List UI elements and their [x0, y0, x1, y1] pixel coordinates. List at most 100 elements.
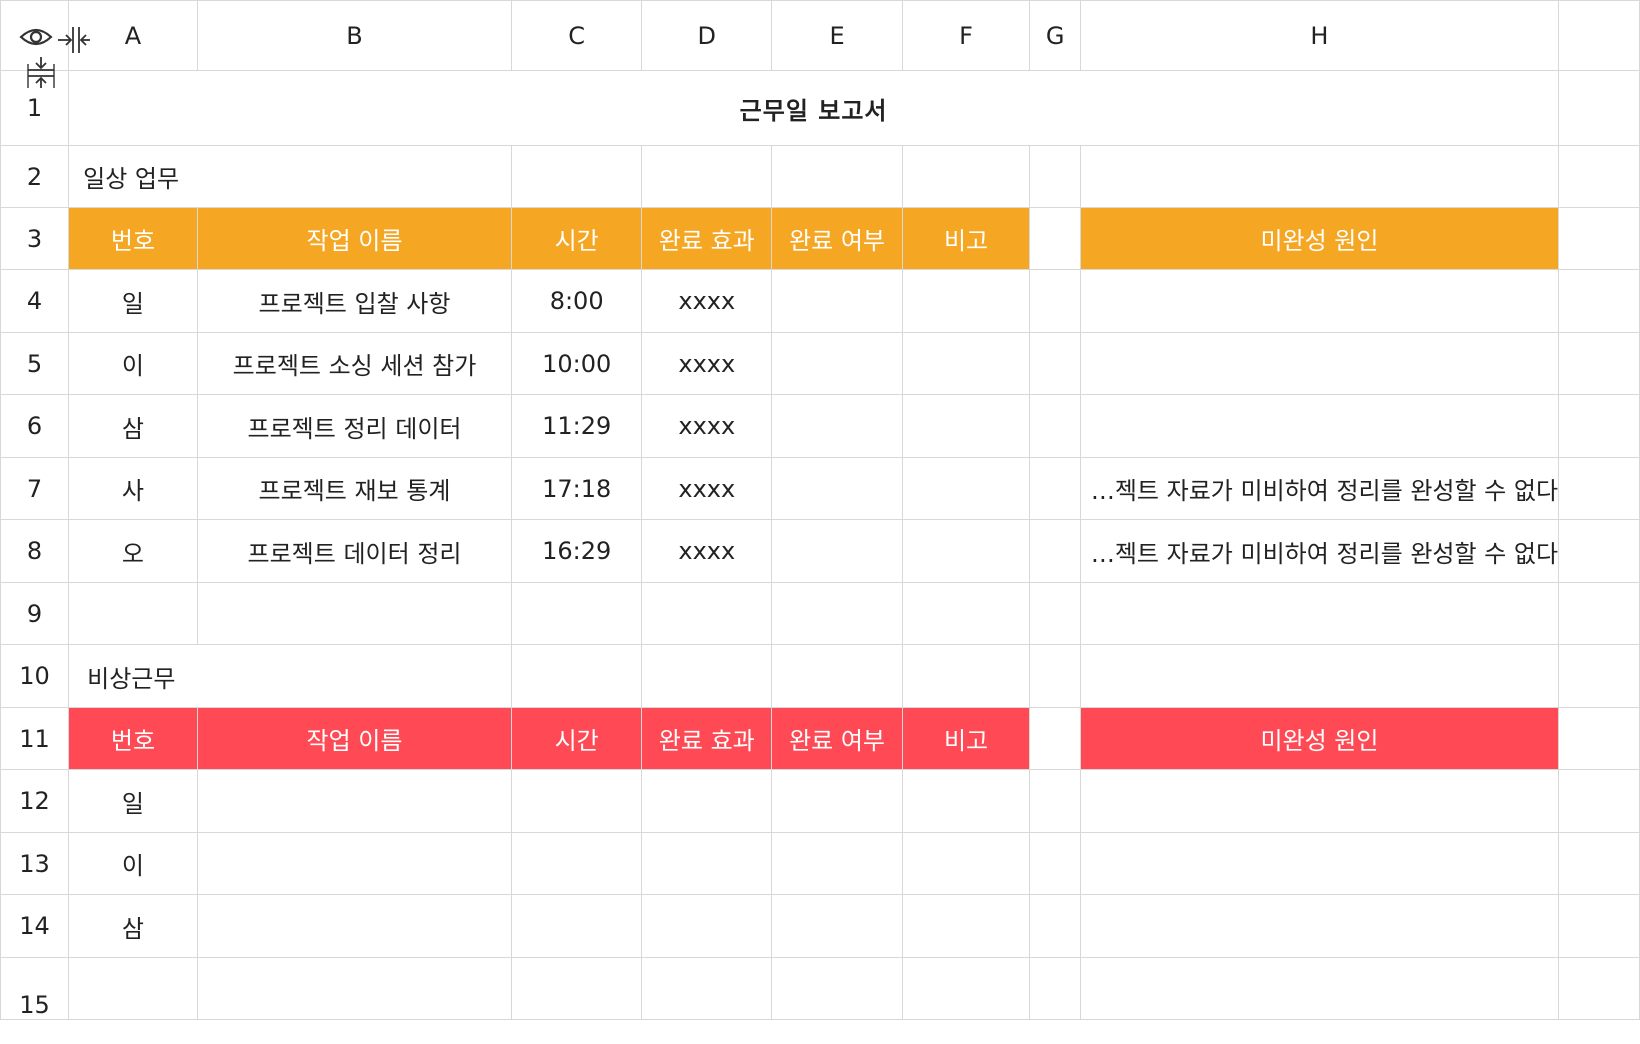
emergency-header-time[interactable]: 시간 — [511, 707, 643, 770]
task-status-cell[interactable] — [771, 332, 903, 395]
cell[interactable] — [196, 957, 513, 1020]
cell[interactable] — [196, 894, 513, 958]
row-header-11[interactable]: 11 — [0, 707, 70, 770]
daily-header-time[interactable]: 시간 — [511, 207, 643, 270]
task-effect-cell[interactable]: xxxx — [641, 332, 773, 395]
cell[interactable] — [641, 769, 773, 833]
task-name-cell[interactable]: 프로젝트 데이터 정리 — [196, 519, 513, 583]
cell[interactable] — [901, 644, 1031, 708]
cell[interactable] — [511, 582, 643, 645]
cell[interactable] — [1029, 519, 1081, 583]
cell[interactable] — [1029, 207, 1081, 270]
task-note-cell[interactable] — [901, 332, 1031, 395]
task-status-cell[interactable] — [771, 394, 903, 458]
task-reason-cell[interactable]: …젝트 자료가 미비하여 정리를 완성할 수 없다 — [1079, 519, 1560, 583]
cell[interactable] — [1558, 457, 1640, 520]
row-header-3[interactable]: 3 — [0, 207, 70, 270]
task-name-cell[interactable]: 프로젝트 입찰 사항 — [196, 269, 513, 333]
task-number-cell[interactable]: 일 — [68, 269, 198, 333]
task-note-cell[interactable] — [901, 394, 1031, 458]
task-status-cell[interactable] — [771, 269, 903, 333]
row-header-6[interactable]: 6 — [0, 394, 70, 458]
cell[interactable] — [641, 957, 773, 1020]
emergency-header-reason[interactable]: 미완성 원인 — [1079, 707, 1560, 770]
task-note-cell[interactable] — [901, 519, 1031, 583]
cell[interactable] — [1558, 145, 1640, 208]
daily-header-number[interactable]: 번호 — [68, 207, 198, 270]
cell[interactable] — [1029, 707, 1081, 770]
daily-section-label[interactable]: 일상 업무 — [68, 145, 513, 208]
cell[interactable] — [901, 832, 1031, 895]
cell[interactable] — [1558, 769, 1640, 833]
task-effect-cell[interactable]: xxxx — [641, 269, 773, 333]
cell[interactable] — [1558, 269, 1640, 333]
cell[interactable] — [1558, 832, 1640, 895]
cell[interactable] — [511, 832, 643, 895]
task-status-cell[interactable] — [771, 519, 903, 583]
cell[interactable] — [771, 582, 903, 645]
task-reason-cell[interactable]: …젝트 자료가 미비하여 정리를 완성할 수 없다 — [1079, 457, 1560, 520]
column-header-g[interactable]: G — [1029, 0, 1081, 71]
column-header-h[interactable]: H — [1079, 0, 1560, 71]
cell[interactable] — [1079, 644, 1560, 708]
daily-header-reason[interactable]: 미완성 원인 — [1079, 207, 1560, 270]
row-header-7[interactable]: 7 — [0, 457, 70, 520]
emergency-header-status[interactable]: 완료 여부 — [771, 707, 903, 770]
row-header-8[interactable]: 8 — [0, 519, 70, 583]
cell[interactable] — [901, 582, 1031, 645]
task-time-cell[interactable]: 17:18 — [511, 457, 643, 520]
cell[interactable] — [641, 582, 773, 645]
emergency-header-task-name[interactable]: 작업 이름 — [196, 707, 513, 770]
emergency-header-note[interactable]: 비고 — [901, 707, 1031, 770]
cell[interactable] — [1029, 145, 1081, 208]
cell[interactable] — [196, 832, 513, 895]
cell[interactable] — [641, 894, 773, 958]
cell[interactable] — [511, 894, 643, 958]
task-number-cell[interactable]: 이 — [68, 832, 198, 895]
cell[interactable] — [1029, 394, 1081, 458]
cell[interactable] — [68, 582, 198, 645]
task-reason-cell[interactable] — [1079, 269, 1560, 333]
task-effect-cell[interactable]: xxxx — [641, 394, 773, 458]
row-header-9[interactable]: 9 — [0, 582, 70, 645]
cell[interactable] — [1029, 457, 1081, 520]
task-number-cell[interactable]: 삼 — [68, 394, 198, 458]
cell[interactable] — [1079, 957, 1560, 1020]
cell[interactable] — [901, 145, 1031, 208]
cell[interactable] — [901, 769, 1031, 833]
collapse-columns-icon[interactable] — [58, 27, 90, 53]
cell[interactable] — [1558, 644, 1640, 708]
cell[interactable] — [771, 145, 903, 208]
task-name-cell[interactable]: 프로젝트 재보 통계 — [196, 457, 513, 520]
task-time-cell[interactable]: 8:00 — [511, 269, 643, 333]
emergency-section-label[interactable]: 비상근무 — [68, 644, 513, 708]
cell[interactable] — [901, 957, 1031, 1020]
row-header-4[interactable]: 4 — [0, 269, 70, 333]
cell[interactable] — [641, 145, 773, 208]
cell[interactable] — [1558, 582, 1640, 645]
cell[interactable] — [1558, 957, 1640, 1020]
cell[interactable] — [1558, 894, 1640, 958]
cell[interactable] — [1558, 707, 1640, 770]
cell[interactable] — [641, 644, 773, 708]
task-status-cell[interactable] — [771, 457, 903, 520]
daily-header-note[interactable]: 비고 — [901, 207, 1031, 270]
cell[interactable] — [511, 145, 643, 208]
cell[interactable] — [1558, 394, 1640, 458]
cell[interactable] — [641, 832, 773, 895]
row-header-12[interactable]: 12 — [0, 769, 70, 833]
row-header-14[interactable]: 14 — [0, 894, 70, 958]
cell[interactable] — [1558, 332, 1640, 395]
task-reason-cell[interactable] — [1079, 394, 1560, 458]
cell[interactable] — [1029, 332, 1081, 395]
cell[interactable] — [1558, 207, 1640, 270]
task-effect-cell[interactable]: xxxx — [641, 519, 773, 583]
daily-header-status[interactable]: 완료 여부 — [771, 207, 903, 270]
cell[interactable] — [1079, 769, 1560, 833]
cell[interactable] — [1029, 894, 1081, 958]
row-header-15[interactable]: 15 — [0, 957, 70, 1020]
row-header-5[interactable]: 5 — [0, 332, 70, 395]
cell[interactable] — [1079, 145, 1560, 208]
task-note-cell[interactable] — [901, 269, 1031, 333]
task-number-cell[interactable]: 사 — [68, 457, 198, 520]
